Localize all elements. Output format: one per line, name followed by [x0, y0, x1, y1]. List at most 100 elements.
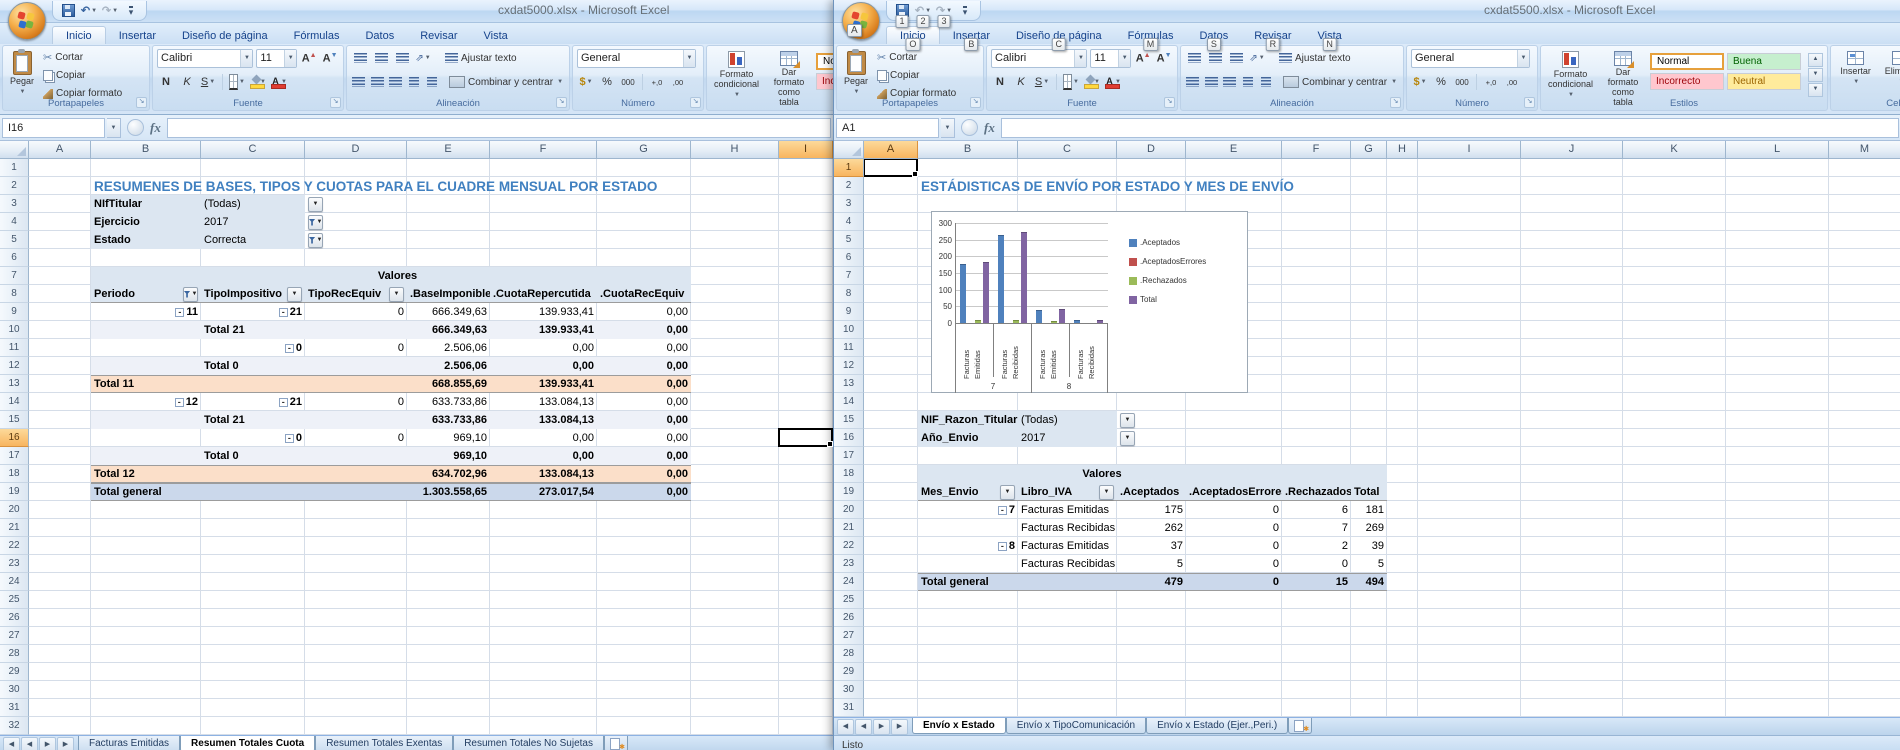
cell-G17[interactable]: 0,00	[597, 447, 691, 465]
cell-B24[interactable]: Total general	[918, 573, 1018, 591]
row-header-8[interactable]: 8	[834, 285, 864, 303]
borders-button[interactable]: ▼	[228, 73, 246, 91]
column-header-I[interactable]: I	[779, 141, 833, 159]
gallery-down-icon[interactable]: ▼	[1808, 68, 1823, 82]
row-header-29[interactable]: 29	[0, 663, 29, 681]
row-header-19[interactable]: 19	[0, 483, 29, 501]
row-header-24[interactable]: 24	[0, 573, 29, 591]
font-size-combobox[interactable]: 11▼	[256, 49, 297, 68]
bold-button[interactable]: N	[991, 73, 1009, 91]
paste-button[interactable]: Pegar▼	[7, 49, 37, 99]
sheet-tab-2[interactable]: Envío x Estado (Ejer.,Peri.)	[1146, 718, 1288, 734]
cell-G9[interactable]: 0,00	[597, 303, 691, 321]
number-format-dropdown-icon[interactable]: ▼	[1517, 50, 1529, 67]
cell-D8[interactable]: TipoRecEquiv▼	[305, 285, 407, 303]
filter-dropdown-button[interactable]: ▼	[308, 215, 323, 230]
tab-inicio[interactable]: Inicio	[52, 26, 106, 44]
sheet-tab-1[interactable]: Resumen Totales Cuota	[180, 736, 315, 750]
cell-F21[interactable]: 7	[1282, 519, 1351, 537]
sheet-tab-0[interactable]: Facturas Emitidas	[78, 736, 180, 750]
bar-chart[interactable]: 300250200150100500FacturasEmitidasFactur…	[931, 211, 1248, 393]
cell-B2[interactable]: ESTÁDISTICAS DE ENVÍO POR ESTADO Y MES D…	[918, 177, 1297, 195]
cell-B9[interactable]: -11	[91, 303, 201, 321]
row-header-13[interactable]: 13	[834, 375, 864, 393]
row-header-4[interactable]: 4	[834, 213, 864, 231]
row-header-16[interactable]: 16	[0, 429, 29, 447]
column-header-H[interactable]: H	[691, 141, 779, 159]
select-all-corner[interactable]	[834, 141, 864, 159]
cell-E16[interactable]: 969,10	[407, 429, 490, 447]
cell-D16[interactable]: ▼	[1117, 429, 1186, 447]
dropdown-button[interactable]: ▼	[308, 197, 323, 212]
cell-E19[interactable]: 1.303.558,65	[407, 483, 490, 501]
tab-f-rmulas[interactable]: Fórmulas	[281, 27, 353, 44]
cell-B4[interactable]: Ejercicio	[91, 213, 201, 231]
cell-B8[interactable]: Periodo▼	[91, 285, 201, 303]
sheet-tab-1[interactable]: Envío x TipoComunicación	[1006, 718, 1146, 734]
sheet-last-button[interactable]: ▶	[891, 719, 908, 735]
sheet-tab-3[interactable]: Resumen Totales No Sujetas	[453, 736, 604, 750]
row-header-12[interactable]: 12	[0, 357, 29, 375]
cell-style-neutral[interactable]: Neutral	[1727, 73, 1801, 90]
row-header-24[interactable]: 24	[834, 573, 864, 591]
orientation-button[interactable]: ⇗▼	[414, 49, 432, 67]
sheet-next-button[interactable]: ▶	[39, 737, 56, 750]
row-header-25[interactable]: 25	[0, 591, 29, 609]
row-header-15[interactable]: 15	[834, 411, 864, 429]
column-header-I[interactable]: I	[1418, 141, 1521, 159]
cell-C9[interactable]: -21	[201, 303, 305, 321]
cell-B13[interactable]: Total 11	[91, 375, 201, 393]
cell-E24[interactable]: 0	[1186, 573, 1282, 591]
row-header-16[interactable]: 16	[834, 429, 864, 447]
copy-button[interactable]: Copiar	[41, 67, 124, 84]
cell-F19[interactable]: .Rechazados	[1282, 483, 1351, 501]
align-center-button[interactable]	[369, 73, 384, 91]
sheet-last-button[interactable]: ▶	[57, 737, 74, 750]
column-header-B[interactable]: B	[91, 141, 201, 159]
dialog-launcher-icon[interactable]: ↘	[1524, 97, 1535, 108]
cell-G8[interactable]: .CuotaRecEquiv	[597, 285, 691, 303]
row-header-27[interactable]: 27	[834, 627, 864, 645]
cell-C5[interactable]: Correcta	[201, 231, 305, 249]
cell-style-incorrecto[interactable]: Incorrecto	[816, 73, 833, 90]
row-header-9[interactable]: 9	[834, 303, 864, 321]
dialog-launcher-icon[interactable]: ↘	[136, 97, 147, 108]
cell-E19[interactable]: .AceptadosErrores	[1186, 483, 1282, 501]
column-header-H[interactable]: H	[1387, 141, 1418, 159]
cell-F12[interactable]: 0,00	[490, 357, 597, 375]
number-format-combobox[interactable]: General▼	[1411, 49, 1530, 68]
row-header-7[interactable]: 7	[0, 267, 29, 285]
font-name-dropdown-icon[interactable]: ▼	[1074, 50, 1086, 67]
sheet-next-button[interactable]: ▶	[873, 719, 890, 735]
redo-button[interactable]: ↷▼3	[935, 3, 953, 19]
borders-button[interactable]: ▼	[1062, 73, 1080, 91]
filter-dropdown-button[interactable]: ▼	[308, 233, 323, 248]
thousands-button[interactable]: 000	[1453, 73, 1471, 91]
row-header-19[interactable]: 19	[834, 483, 864, 501]
cell-G12[interactable]: 0,00	[597, 357, 691, 375]
sheet-prev-button[interactable]: ◀	[855, 719, 872, 735]
cell-C11[interactable]: -0	[201, 339, 305, 357]
collapse-icon[interactable]: -	[998, 542, 1007, 551]
row-header-22[interactable]: 22	[834, 537, 864, 555]
percent-button[interactable]: %	[598, 73, 616, 91]
cell-E10[interactable]: 666.349,63	[407, 321, 490, 339]
row-header-8[interactable]: 8	[0, 285, 29, 303]
underline-button[interactable]: S▼	[199, 73, 217, 91]
font-name-combobox[interactable]: Calibri▼	[157, 49, 253, 68]
cell-B2[interactable]: RESUMENES DE BASES, TIPOS Y CUOTAS PARA …	[91, 177, 660, 195]
conditional-format-button[interactable]: Formato condicional▼	[1545, 49, 1596, 102]
active-cell[interactable]	[864, 159, 918, 177]
wrap-text-button[interactable]: Ajustar texto	[443, 50, 519, 67]
customize-qat-button[interactable]: ▾	[122, 3, 140, 19]
cell-B5[interactable]: Estado	[91, 231, 201, 249]
row-header-5[interactable]: 5	[0, 231, 29, 249]
row-header-15[interactable]: 15	[0, 411, 29, 429]
bold-button[interactable]: N	[157, 73, 175, 91]
copy-button[interactable]: Copiar	[875, 67, 958, 84]
dialog-launcher-icon[interactable]: ↘	[556, 97, 567, 108]
insert-sheet-button[interactable]	[1288, 718, 1312, 734]
shrink-font-button[interactable]: A▼	[1155, 49, 1173, 67]
sheet-first-button[interactable]: ◀	[3, 737, 20, 750]
office-button[interactable]: A	[842, 2, 880, 40]
